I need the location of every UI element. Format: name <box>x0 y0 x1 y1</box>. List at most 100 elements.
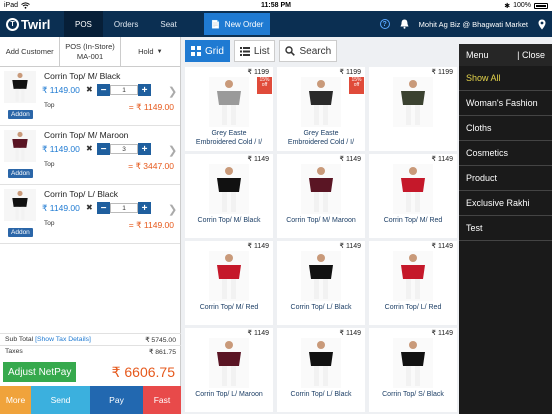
product-image <box>393 77 433 127</box>
menu-item-cloths[interactable]: Cloths <box>459 116 552 141</box>
cart-item-price: ₹ 1149.00 <box>42 203 80 213</box>
cart-item-name: Corrin Top/ L/ Black <box>44 189 119 199</box>
menu-item-show-all[interactable]: Show All <box>459 66 552 91</box>
cart-item-category: Top <box>44 220 55 227</box>
product-image <box>393 251 433 301</box>
cart-item-price: ₹ 1149.00 <box>42 85 80 95</box>
caret-down-icon: ▼ <box>156 48 163 55</box>
view-toolbar: Grid List Search <box>185 37 338 65</box>
bluetooth-icon: ✱ <box>504 2 511 10</box>
cart-item[interactable]: Addon Corrin Top/ M/ Maroon ₹ 1149.00 ✖ −3 + ❯… <box>0 126 180 185</box>
product-tile[interactable]: ₹ 1149 Corrin Top/ M/ Black <box>185 154 273 238</box>
product-price: ₹ 1199 <box>431 69 453 76</box>
product-tile[interactable]: ₹ 1149 Corrin Top/ M/ Red <box>185 241 273 325</box>
product-tile[interactable]: ₹ 1149 Corrin Top/ M/ Red <box>369 154 457 238</box>
menu-item-product[interactable]: Product <box>459 166 552 191</box>
location-pin-icon[interactable] <box>538 19 546 30</box>
product-tile[interactable]: ₹ 1149 Corrin Top/ L/ Black <box>277 328 365 412</box>
addon-button[interactable]: Addon <box>8 169 33 178</box>
discount-badge: 15% off <box>257 77 272 94</box>
adjust-netpay-button[interactable]: Adjust NetPay <box>3 362 77 382</box>
menu-header: Menu | Close <box>459 44 552 66</box>
show-tax-details-link[interactable]: [Show Tax Details] <box>35 336 91 343</box>
search-button[interactable]: Search <box>279 40 338 62</box>
tab-pos[interactable]: POS <box>64 11 103 37</box>
search-icon <box>285 46 296 56</box>
wifi-icon <box>21 2 30 9</box>
chevron-right-icon[interactable]: ❯ <box>168 85 177 98</box>
pos-instore-selector[interactable]: POS (In-Store) MA-001 <box>60 37 121 66</box>
store-name[interactable]: Mohit Ag Biz @ Bhagwati Market <box>419 20 528 29</box>
pos-terminal-id: MA-001 <box>76 51 104 61</box>
fast-button[interactable]: Fast <box>143 386 181 414</box>
product-name-line2: Embroidered Cold / I/ <box>195 139 263 146</box>
product-grid: ₹ 1199 15% off Grey Easte Embroidered Cold … <box>185 67 458 414</box>
product-name: Corrin Top/ M/ Red <box>383 217 443 224</box>
logo: T Twirl <box>0 17 64 32</box>
addon-button[interactable]: Addon <box>8 228 33 237</box>
pay-button[interactable]: Pay <box>90 386 143 414</box>
increment-button[interactable]: + <box>138 84 151 96</box>
product-name: Corrin Top/ L/ Black <box>290 391 352 398</box>
add-customer-button[interactable]: Add Customer <box>0 37 61 66</box>
category-menu: Menu | Close Show All Woman's Fashion Clot… <box>459 44 552 414</box>
subtotal-label: Sub Total <box>5 336 34 343</box>
grid-view-button[interactable]: Grid <box>185 40 230 62</box>
decrement-button[interactable]: − <box>97 202 110 214</box>
cart-item-category: Top <box>44 161 55 168</box>
subtotal-value: ₹ 5745.00 <box>145 336 176 344</box>
menu-item-test[interactable]: Test <box>459 216 552 241</box>
product-price: ₹ 1149 <box>339 330 361 337</box>
hold-dropdown[interactable]: Hold ▼ <box>121 37 180 66</box>
product-name: Corrin Top/ S/ Black <box>382 391 444 398</box>
decrement-button[interactable]: − <box>97 84 110 96</box>
new-order-button[interactable]: 📄 New Order <box>203 13 271 35</box>
chevron-right-icon[interactable]: ❯ <box>168 144 177 157</box>
product-image <box>301 338 341 388</box>
product-tile[interactable]: ₹ 1149 Corrin Top/ S/ Black <box>369 328 457 412</box>
increment-button[interactable]: + <box>138 143 151 155</box>
product-tile[interactable]: ₹ 1149 Corrin Top/ M/ Maroon <box>277 154 365 238</box>
taxes-row: Taxes ₹ 861.75 <box>0 345 181 357</box>
pos-instore-label: POS (In-Store) <box>65 41 115 51</box>
addon-button[interactable]: Addon <box>8 110 33 119</box>
product-tile[interactable]: ₹ 1199 <box>369 67 457 151</box>
menu-close-button[interactable]: | Close <box>517 50 545 60</box>
menu-item-exclusive-rakhi[interactable]: Exclusive Rakhi <box>459 191 552 216</box>
product-tile[interactable]: ₹ 1199 15% off Grey Easte Embroidered Cold … <box>277 67 365 151</box>
increment-button[interactable]: + <box>138 202 151 214</box>
help-icon[interactable]: ? <box>379 19 390 29</box>
cart-item-name: Corrin Top/ M/ Black <box>44 71 121 81</box>
product-tile[interactable]: ₹ 1149 Corrin Top/ L/ Red <box>369 241 457 325</box>
more-button[interactable]: More <box>0 386 31 414</box>
quantity-input[interactable]: 1 <box>110 85 138 95</box>
clock: 11:58 PM <box>261 2 291 9</box>
product-tile[interactable]: ₹ 1149 Corrin Top/ L/ Black <box>277 241 365 325</box>
bell-icon[interactable] <box>400 19 409 29</box>
action-bar: More Send Pay Fast <box>0 386 181 414</box>
product-name-line2: Embroidered Cold / I/ <box>287 139 355 146</box>
menu-item-woman-s-fashion[interactable]: Woman's Fashion <box>459 91 552 116</box>
quantity-stepper: −3 + <box>97 143 151 155</box>
cart-item[interactable]: Addon Corrin Top/ M/ Black ₹ 1149.00 ✖ −1 + ❯ T… <box>0 67 180 126</box>
decrement-button[interactable]: − <box>97 143 110 155</box>
quantity-input[interactable]: 1 <box>110 203 138 213</box>
list-icon <box>239 46 250 56</box>
quantity-input[interactable]: 3 <box>110 144 138 154</box>
product-tile[interactable]: ₹ 1199 15% off Grey Easte Embroidered Cold … <box>185 67 273 151</box>
tab-orders[interactable]: Orders <box>103 11 149 37</box>
product-price: ₹ 1149 <box>431 243 453 250</box>
tab-seat[interactable]: Seat <box>149 11 187 37</box>
device-label: iPad <box>4 2 19 9</box>
product-tile[interactable]: ₹ 1149 Corrin Top/ L/ Maroon <box>185 328 273 412</box>
chevron-right-icon[interactable]: ❯ <box>168 203 177 216</box>
quantity-stepper: −1 + <box>97 202 151 214</box>
quantity-stepper: −1 + <box>97 84 151 96</box>
menu-item-cosmetics[interactable]: Cosmetics <box>459 141 552 166</box>
list-view-button[interactable]: List <box>233 40 276 62</box>
product-price: ₹ 1149 <box>339 156 361 163</box>
new-order-label: New Order <box>224 19 264 29</box>
send-button[interactable]: Send <box>31 386 90 414</box>
product-price: ₹ 1199 <box>339 69 361 76</box>
cart-item[interactable]: Addon Corrin Top/ L/ Black ₹ 1149.00 ✖ −1 + ❯ T… <box>0 185 180 244</box>
